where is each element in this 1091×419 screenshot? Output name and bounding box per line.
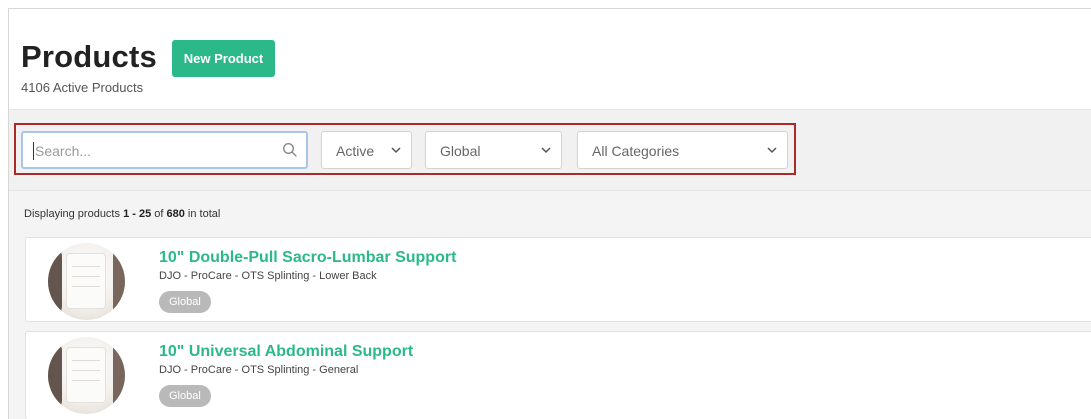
scope-badge: Global (159, 385, 211, 407)
scope-select[interactable]: Global (425, 131, 562, 169)
product-name-link[interactable]: 10" Universal Abdominal Support (159, 343, 413, 361)
scope-badge: Global (159, 291, 211, 313)
category-select-value: All Categories (592, 143, 680, 159)
product-meta: DJO - ProCare - OTS Splinting - General (159, 364, 359, 376)
chevron-down-icon (391, 147, 401, 154)
product-card[interactable]: 10" Double-Pull Sacro-Lumbar Support DJO… (25, 237, 1091, 322)
category-select[interactable]: All Categories (577, 131, 788, 169)
product-meta: DJO - ProCare - OTS Splinting - Lower Ba… (159, 270, 377, 282)
results-total: 680 (166, 208, 185, 220)
product-name-link[interactable]: 10" Double-Pull Sacro-Lumbar Support (159, 249, 456, 267)
search-icon[interactable] (282, 142, 298, 158)
status-select-value: Active (336, 143, 375, 159)
product-card[interactable]: 10" Universal Abdominal Support DJO - Pr… (25, 331, 1091, 419)
results-of: of (151, 208, 167, 220)
page-title: Products (21, 39, 157, 74)
text-cursor (33, 142, 34, 160)
page-header: Products 4106 Active Products New Produc… (9, 9, 1091, 109)
search-input[interactable]: Search... (21, 131, 308, 169)
product-image[interactable] (48, 337, 125, 414)
active-products-count: 4106 Active Products (21, 80, 144, 95)
search-placeholder: Search... (35, 143, 92, 159)
app-frame: Products 4106 Active Products New Produc… (8, 8, 1091, 419)
new-product-button[interactable]: New Product (172, 40, 275, 77)
product-image[interactable] (48, 243, 125, 320)
results-summary-suffix: in total (184, 208, 221, 220)
chevron-down-icon (541, 147, 551, 154)
results-summary-prefix: Displaying products (24, 208, 124, 220)
results-summary: Displaying products 1 - 25 of 680 in tot… (24, 208, 220, 220)
results-range: 1 - 25 (123, 208, 152, 220)
scope-select-value: Global (440, 143, 481, 159)
status-select[interactable]: Active (321, 131, 412, 169)
chevron-down-icon (767, 147, 777, 154)
